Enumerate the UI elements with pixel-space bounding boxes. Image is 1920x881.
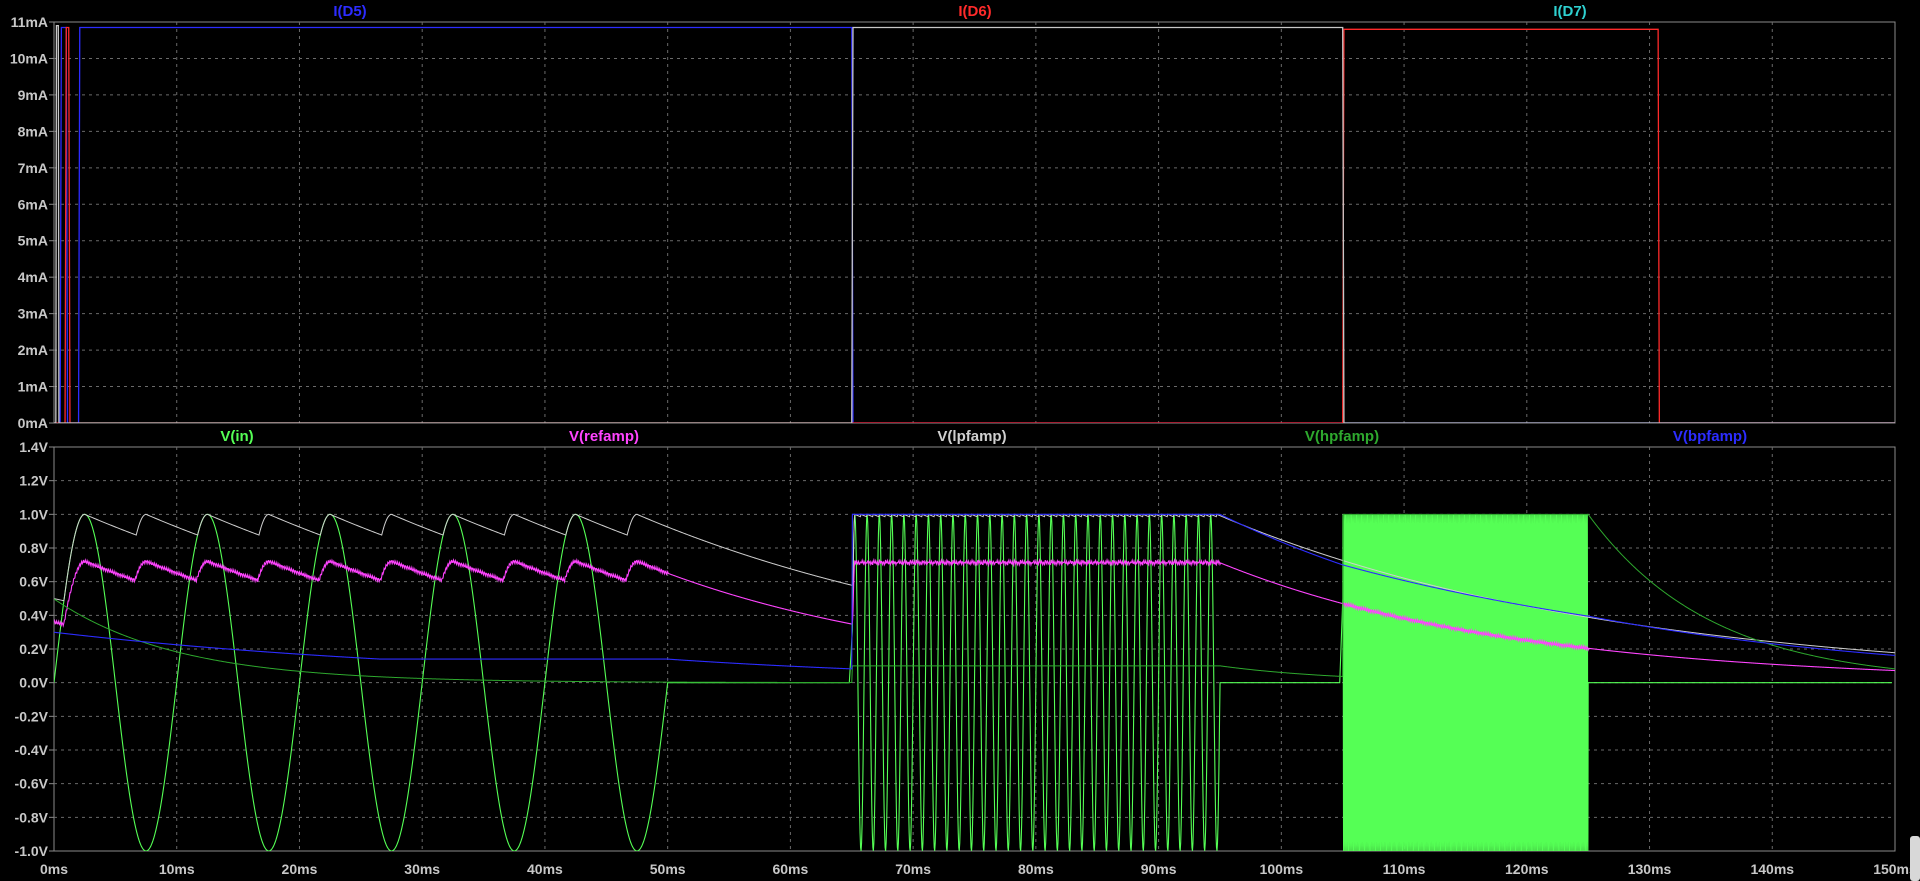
x-tick-label: 90ms bbox=[1141, 861, 1177, 877]
pane-2: 0ms 10ms 20ms 30ms 40ms 50ms 60ms 70ms 80ms 90ms 1… bbox=[15, 428, 1917, 877]
plot-canvas[interactable]: 0mA 1mA 2mA 3mA 4mA 5mA 6mA 7mA 8mA 9mA 10mA 11mA I(… bbox=[0, 0, 1920, 881]
y-tick-label: 1mA bbox=[18, 379, 48, 395]
y-tick-label: 11mA bbox=[11, 14, 48, 30]
x-tick-label: 140ms bbox=[1750, 861, 1794, 877]
y-tick-label: -0.4V bbox=[15, 742, 49, 758]
y-tick-label: -1.0V bbox=[15, 843, 49, 859]
y-tick-label: 3mA bbox=[18, 306, 48, 322]
y-tick-label: 0.6V bbox=[19, 574, 48, 590]
x-tick-label: 130ms bbox=[1628, 861, 1672, 877]
y-tick-label: 0.4V bbox=[19, 607, 48, 623]
x-tick-label: 40ms bbox=[527, 861, 563, 877]
x-tick-label: 80ms bbox=[1018, 861, 1054, 877]
y-tick-label: 2mA bbox=[18, 342, 48, 358]
legend-label: V(bpfamp) bbox=[1673, 428, 1747, 445]
y-tick-label: 1.4V bbox=[19, 439, 48, 455]
x-tick-label: 50ms bbox=[650, 861, 686, 877]
plot-frame bbox=[53, 21, 1896, 424]
y-tick-label: 0.0V bbox=[19, 675, 48, 691]
legend-label: V(lpfamp) bbox=[937, 428, 1006, 445]
y-tick-label: 6mA bbox=[18, 196, 48, 212]
x-tick-label: 100ms bbox=[1260, 861, 1304, 877]
x-tick-label: 110ms bbox=[1383, 861, 1426, 877]
y-tick-label: 4mA bbox=[18, 269, 48, 285]
y-tick-label: 0.2V bbox=[19, 641, 48, 657]
y-tick-label: 10mA bbox=[10, 50, 48, 66]
waveform-viewer: 0mA 1mA 2mA 3mA 4mA 5mA 6mA 7mA 8mA 9mA 10mA 11mA I(… bbox=[0, 0, 1920, 881]
x-tick-label: 30ms bbox=[404, 861, 440, 877]
legend-label: V(refamp) bbox=[569, 428, 639, 445]
y-tick-label: 8mA bbox=[18, 123, 48, 139]
x-tick-label: 10ms bbox=[159, 861, 195, 877]
y-tick-label: 7mA bbox=[18, 160, 48, 176]
y-tick-label: -0.2V bbox=[15, 708, 49, 724]
x-tick-label: 120ms bbox=[1505, 861, 1549, 877]
legend-label: V(hpfamp) bbox=[1305, 428, 1379, 445]
y-tick-label: 1.0V bbox=[19, 506, 48, 522]
y-tick-label: 9mA bbox=[18, 87, 48, 103]
vertical-scrollbar[interactable] bbox=[1910, 836, 1920, 881]
y-tick-label: 0.8V bbox=[19, 540, 48, 556]
y-tick-label: 5mA bbox=[18, 233, 48, 249]
legend-label: I(D7) bbox=[1553, 3, 1586, 20]
y-tick-label: -0.8V bbox=[15, 809, 49, 825]
x-tick-label: 0ms bbox=[40, 861, 68, 877]
legend-label: I(D5) bbox=[333, 3, 366, 20]
pane-1: 0mA 1mA 2mA 3mA 4mA 5mA 6mA 7mA 8mA 9mA 10mA 11mA I(… bbox=[10, 3, 1896, 431]
y-tick-label: 1.2V bbox=[19, 473, 48, 489]
x-tick-label: 60ms bbox=[772, 861, 808, 877]
y-tick-label: -0.6V bbox=[15, 776, 49, 792]
legend-label: I(D6) bbox=[958, 3, 991, 20]
legend-label: V(in) bbox=[220, 428, 253, 445]
x-tick-label: 70ms bbox=[895, 861, 931, 877]
y-tick-label: 0mA bbox=[18, 415, 48, 431]
x-tick-label: 20ms bbox=[282, 861, 318, 877]
